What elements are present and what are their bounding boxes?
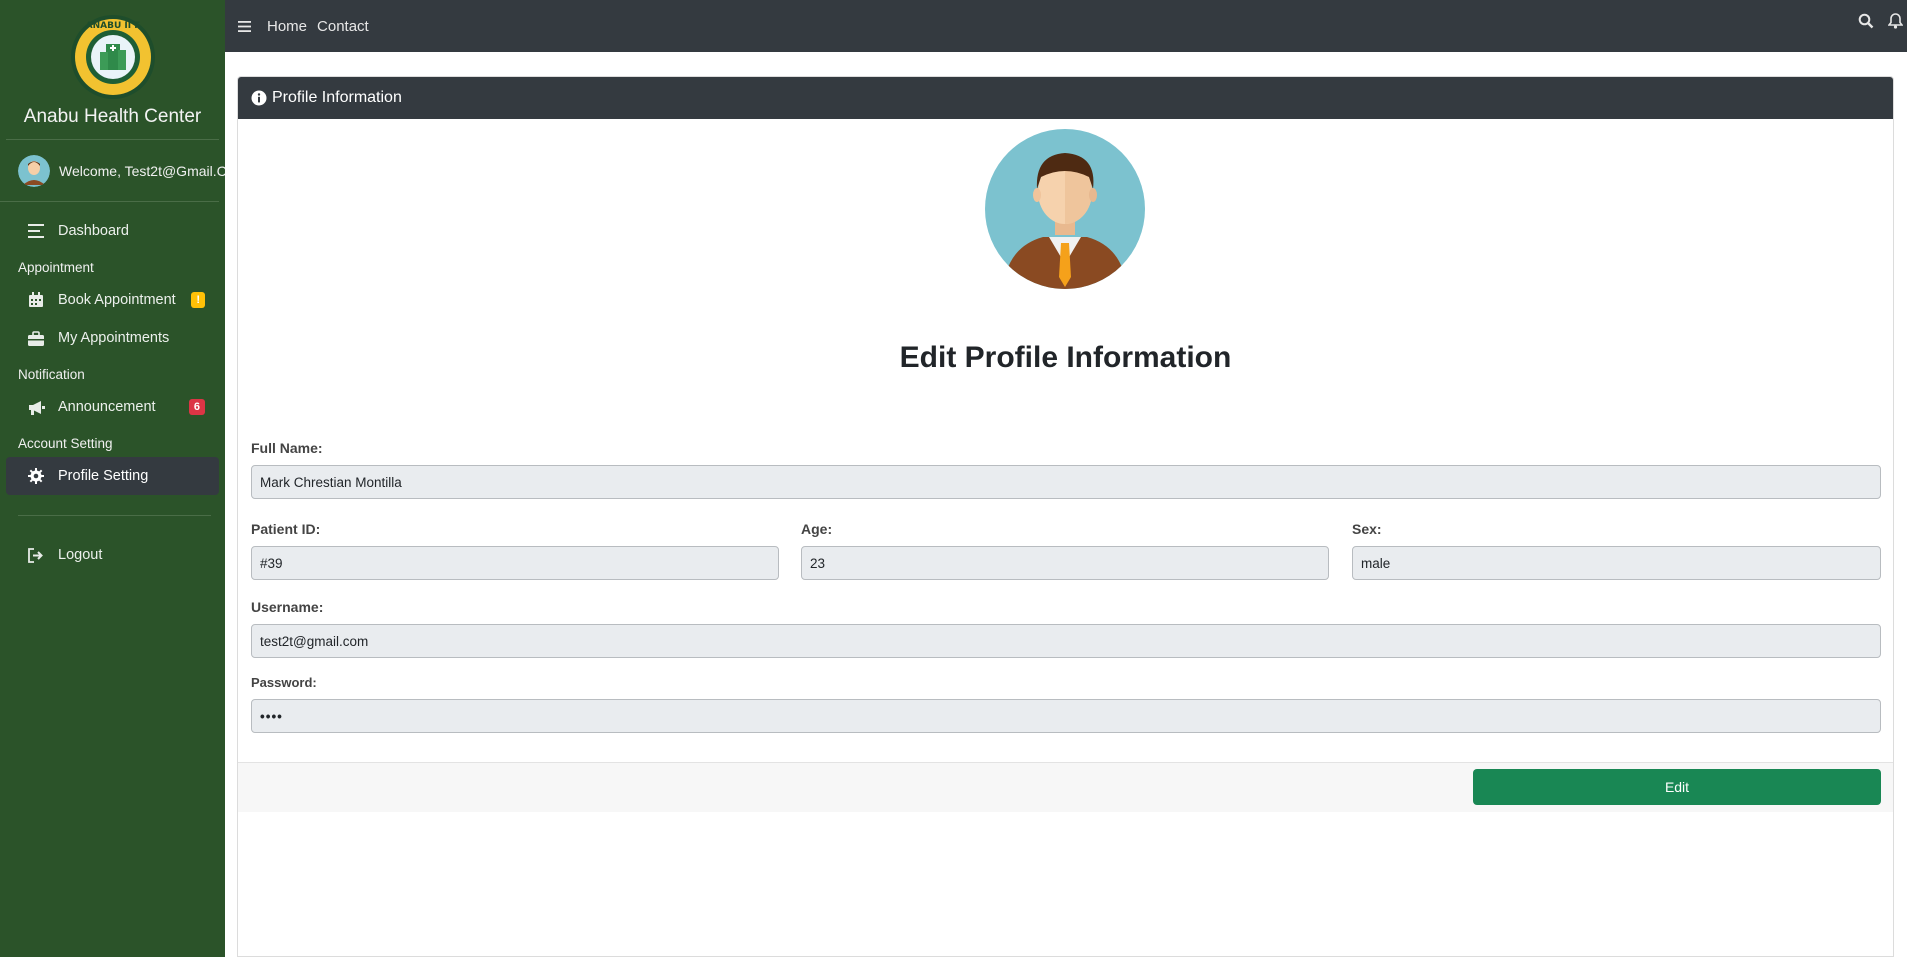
book-appointment-badge: ! (191, 292, 205, 308)
sidebar-item-profile-setting[interactable]: Profile Setting (6, 457, 219, 495)
sidebar-item-label: Book Appointment (58, 292, 176, 308)
username-field[interactable] (251, 624, 1881, 658)
sidebar-item-announcement[interactable]: Announcement 6 (6, 388, 219, 426)
sidebar-item-book-appointment[interactable]: Book Appointment ! (6, 281, 219, 319)
card-header: Profile Information (238, 77, 1893, 119)
top-navbar: Home Contact (225, 0, 1907, 52)
patient-id-label: Patient ID: (251, 521, 321, 537)
sidebar: ANABU II F Anabu Health Center Welcome, … (0, 0, 225, 957)
sex-field[interactable] (1352, 546, 1881, 580)
password-label: Password: (251, 675, 317, 690)
nav-divider (18, 515, 211, 516)
nav-header-appointment: Appointment (18, 260, 94, 275)
sidebar-item-label: Announcement (58, 399, 156, 415)
gear-icon (26, 466, 46, 486)
sidebar-item-label: Dashboard (58, 223, 129, 239)
card-header-title: Profile Information (272, 89, 402, 106)
sidebar-item-label: Profile Setting (58, 468, 149, 484)
info-circle-icon (251, 90, 267, 106)
nav-link-home[interactable]: Home (267, 18, 307, 35)
user-avatar (18, 154, 50, 187)
sidebar-item-label: My Appointments (58, 330, 170, 346)
nav-header-notification: Notification (18, 367, 85, 382)
sidebar-item-label: Logout (58, 547, 103, 563)
username-label: Username: (251, 599, 324, 615)
bell-icon[interactable] (1887, 13, 1904, 34)
nav-header-account: Account Setting (18, 436, 113, 451)
nav-link-contact[interactable]: Contact (317, 18, 369, 35)
edit-button[interactable]: Edit (1473, 769, 1881, 805)
sidebar-item-dashboard[interactable]: Dashboard (6, 212, 219, 250)
menu-lines-icon (26, 221, 46, 241)
user-panel[interactable]: Welcome, Test2t@Gmail.Com (0, 140, 225, 202)
page-title: Edit Profile Information (899, 341, 1232, 374)
sidebar-item-my-appointments[interactable]: My Appointments (6, 319, 219, 357)
megaphone-icon (26, 397, 46, 417)
brand-name: Anabu Health Center (23, 106, 202, 127)
profile-avatar (985, 129, 1145, 289)
password-field[interactable] (251, 699, 1881, 733)
profile-card: Profile Information Edit Profile Informa… (237, 76, 1894, 957)
health-center-logo: ANABU II F (70, 15, 155, 99)
hamburger-menu-icon[interactable] (231, 13, 257, 39)
topbar-actions (1858, 13, 1904, 34)
full-name-label: Full Name: (251, 440, 323, 456)
sidebar-nav: Dashboard Appointment Book Appointment !… (0, 202, 225, 574)
welcome-text: Welcome, Test2t@Gmail.Com (59, 162, 225, 179)
logout-icon (26, 545, 46, 565)
briefcase-icon (26, 328, 46, 348)
brand[interactable]: ANABU II F Anabu Health Center (6, 0, 219, 140)
logo-text: ANABU II F (85, 21, 140, 31)
full-name-field[interactable] (251, 465, 1881, 499)
age-label: Age: (801, 521, 833, 537)
age-field[interactable] (801, 546, 1329, 580)
sidebar-item-logout[interactable]: Logout (6, 536, 219, 574)
announcement-badge: 6 (188, 399, 205, 415)
calendar-icon (26, 290, 46, 310)
search-icon[interactable] (1858, 13, 1874, 34)
sex-label: Sex: (1352, 521, 1382, 537)
patient-id-field[interactable] (251, 546, 779, 580)
